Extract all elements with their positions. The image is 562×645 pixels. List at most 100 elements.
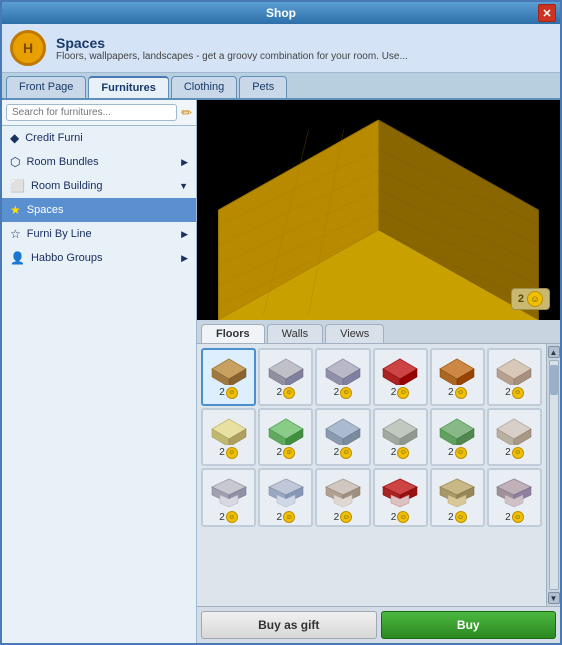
arrow-icon: ▶ xyxy=(181,157,188,168)
list-item[interactable]: 2 ☺ xyxy=(373,348,428,406)
hexagon-icon: ⬡ xyxy=(10,155,20,169)
tab-furnitures[interactable]: Furnitures xyxy=(88,76,168,98)
cat-tab-walls[interactable]: Walls xyxy=(267,324,323,343)
item-price: 2 ☺ xyxy=(505,387,524,399)
item-price: 2 ☺ xyxy=(334,387,353,399)
list-item[interactable]: 2 ☺ xyxy=(258,408,313,466)
price-coin-icon: ☺ xyxy=(283,447,295,459)
list-item[interactable]: 2 ☺ xyxy=(430,348,485,406)
price-coin-icon: ☺ xyxy=(226,447,238,459)
star-icon: ★ xyxy=(10,203,21,217)
buy-gift-button[interactable]: Buy as gift xyxy=(201,611,377,639)
preview-coin-count: 2 xyxy=(518,293,524,305)
item-price: 2 ☺ xyxy=(276,387,295,399)
header-area: H Spaces Floors, wallpapers, landscapes … xyxy=(2,24,560,73)
arrow-icon: ▶ xyxy=(181,229,188,240)
list-item[interactable]: 2 ☺ xyxy=(373,468,428,527)
arrow-icon: ▶ xyxy=(181,253,188,264)
tab-clothing[interactable]: Clothing xyxy=(171,76,237,98)
price-coin-icon: ☺ xyxy=(397,511,409,523)
sidebar-item-spaces[interactable]: ★ Spaces xyxy=(2,198,196,222)
sidebar-item-label: Habbo Groups xyxy=(31,252,103,264)
price-value: 2 xyxy=(334,447,340,458)
price-coin-icon: ☺ xyxy=(397,447,409,459)
preview-area: 2 ☺ xyxy=(197,100,560,320)
price-value: 2 xyxy=(505,447,511,458)
scroll-up-button[interactable]: ▲ xyxy=(548,346,560,358)
sidebar-item-room-bundles[interactable]: ⬡ Room Bundles ▶ xyxy=(2,150,196,174)
item-price: 2 ☺ xyxy=(219,447,238,459)
price-coin-icon: ☺ xyxy=(226,511,238,523)
buy-button[interactable]: Buy xyxy=(381,611,557,639)
close-button[interactable]: ✕ xyxy=(538,4,556,22)
scroll-thumb[interactable] xyxy=(550,365,558,395)
search-bar: ✏ xyxy=(2,100,196,126)
list-item[interactable]: 2 ☺ xyxy=(201,408,256,466)
list-item[interactable]: 2 ☺ xyxy=(315,468,370,527)
price-coin-icon: ☺ xyxy=(397,387,409,399)
room-preview-svg xyxy=(197,100,560,320)
sidebar-item-furni-by-line[interactable]: ☆ Furni By Line ▶ xyxy=(2,222,196,246)
catalog-tabs: Floors Walls Views xyxy=(197,320,560,344)
price-value: 2 xyxy=(334,512,340,523)
sidebar-item-label: Room Bundles xyxy=(26,156,98,168)
list-item[interactable]: 2 ☺ xyxy=(201,468,256,527)
coin-smiley-icon: ☺ xyxy=(527,291,543,307)
price-value: 2 xyxy=(505,512,511,523)
item-price: 2 ☺ xyxy=(219,387,238,399)
star-outline-icon: ☆ xyxy=(10,227,21,241)
sidebar-item-label: Room Building xyxy=(31,180,103,192)
window-title: Shop xyxy=(266,6,296,20)
main-content: ✏ ◆ Credit Furni ⬡ Room Bundles ▶ ⬜ Room… xyxy=(2,100,560,643)
list-item[interactable]: 2 ☺ xyxy=(315,348,370,406)
price-value: 2 xyxy=(219,387,225,398)
edit-icon[interactable]: ✏ xyxy=(181,105,192,121)
item-price: 2 ☺ xyxy=(391,511,410,523)
person-icon: 👤 xyxy=(10,251,25,265)
list-item[interactable]: 2 ☺ xyxy=(373,408,428,466)
price-coin-icon: ☺ xyxy=(455,387,467,399)
cat-tab-views[interactable]: Views xyxy=(325,324,384,343)
list-item[interactable]: 2 ☺ xyxy=(487,468,542,527)
price-value: 2 xyxy=(276,447,282,458)
tabs-bar: Front Page Furnitures Clothing Pets xyxy=(2,73,560,100)
price-value: 2 xyxy=(391,512,397,523)
tab-pets[interactable]: Pets xyxy=(239,76,287,98)
price-value: 2 xyxy=(276,512,282,523)
price-coin-icon: ☺ xyxy=(512,511,524,523)
price-value: 2 xyxy=(448,387,454,398)
list-item[interactable]: 2 ☺ xyxy=(315,408,370,466)
price-value: 2 xyxy=(448,447,454,458)
shop-subtitle: Floors, wallpapers, landscapes - get a g… xyxy=(56,51,408,62)
scroll-down-button[interactable]: ▼ xyxy=(548,592,560,604)
price-value: 2 xyxy=(391,387,397,398)
list-item[interactable]: 2 ☺ xyxy=(430,408,485,466)
price-value: 2 xyxy=(448,512,454,523)
sidebar-item-room-building[interactable]: ⬜ Room Building ▼ xyxy=(2,174,196,198)
diamond-icon: ◆ xyxy=(10,131,19,145)
shop-title: Spaces xyxy=(56,35,408,51)
sidebar-item-label: Furni By Line xyxy=(27,228,92,240)
list-item[interactable]: 2 ☺ xyxy=(258,468,313,527)
list-item[interactable]: 2 ☺ xyxy=(258,348,313,406)
item-price: 2 ☺ xyxy=(334,447,353,459)
list-item[interactable]: 2 ☺ xyxy=(487,348,542,406)
sidebar-item-habbo-groups[interactable]: 👤 Habbo Groups ▶ xyxy=(2,246,196,270)
sidebar-item-credit-furni[interactable]: ◆ Credit Furni xyxy=(2,126,196,150)
item-price: 2 ☺ xyxy=(448,447,467,459)
item-price: 2 ☺ xyxy=(505,447,524,459)
price-value: 2 xyxy=(276,387,282,398)
price-coin-icon: ☺ xyxy=(226,387,238,399)
item-price: 2 ☺ xyxy=(391,447,410,459)
items-grid: 2 ☺ 2 ☺ xyxy=(197,344,546,606)
list-item[interactable]: 2 ☺ xyxy=(201,348,256,406)
list-item[interactable]: 2 ☺ xyxy=(487,408,542,466)
search-input[interactable] xyxy=(6,104,177,121)
cat-tab-floors[interactable]: Floors xyxy=(201,324,265,343)
scroll-track[interactable] xyxy=(549,360,559,590)
tab-front-page[interactable]: Front Page xyxy=(6,76,86,98)
sidebar: ✏ ◆ Credit Furni ⬡ Room Bundles ▶ ⬜ Room… xyxy=(2,100,197,643)
logo-coin: H xyxy=(10,30,46,66)
price-coin-icon: ☺ xyxy=(283,387,295,399)
list-item[interactable]: 2 ☺ xyxy=(430,468,485,527)
